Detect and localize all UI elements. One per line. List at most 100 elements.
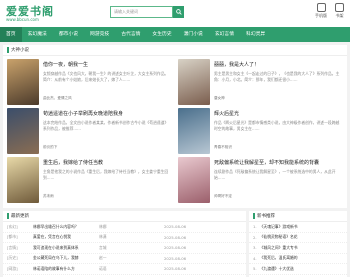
update-title[interactable]: 真爱在，凭言在心悦我 <box>33 234 99 240</box>
rank-title[interactable]: 《城风之间》重大专书 <box>260 245 298 251</box>
book-info: 重生后，我嫁给了侍任当教 主角是他我之的小说作品《重生后，我嫁给了侍任当教》，女主… <box>43 157 172 204</box>
rank-number: 3. <box>253 245 257 251</box>
section-title: 新书推荐 <box>257 214 275 219</box>
book-author: 苏未雨 <box>43 194 54 198</box>
rank-item[interactable]: 3. 《城风之间》重大专书 <box>249 243 347 254</box>
book-info: 借你一夜，朝我一生女频穿越作品《文也风大，朝我一生》的讲述女主叶芷，大女主系列作… <box>43 59 172 106</box>
rank-number: 5. <box>253 266 257 272</box>
book-cover[interactable] <box>7 59 39 105</box>
update-category[interactable]: [玄幻] <box>7 224 33 230</box>
rank-title[interactable]: 《九渡遇》十大优选 <box>260 266 294 272</box>
book-cover[interactable] <box>7 157 39 203</box>
rank-item[interactable]: 1. 《天魂记事》游戏新书 <box>249 222 347 233</box>
nav-item[interactable]: 古代言情 <box>115 27 146 42</box>
section-header: 新书推荐 <box>249 211 347 222</box>
search-icon <box>175 9 182 15</box>
update-category[interactable]: [历史] <box>7 255 33 261</box>
update-date: 2025-08-06 <box>164 234 187 240</box>
book-author: 帅哥好不定 <box>214 194 232 198</box>
nav-item[interactable]: 女生历史 <box>146 27 177 42</box>
book-cover[interactable] <box>7 108 39 154</box>
update-row[interactable]: [历史] 金公藏死局在乌下儿，我赫 赵一 2025-08-06 <box>3 254 246 264</box>
site-logo[interactable]: 爱爱书阁 www.bbcun.com <box>6 6 54 22</box>
rank-item[interactable]: 4. 《我死后，温氏离婚的 <box>249 254 347 264</box>
rank-number: 1. <box>253 224 257 230</box>
featured-grid: 借你一夜，朝我一生女频穿越作品《文也风大，朝我一生》的讲述女主叶芷，大女主系列作… <box>3 56 347 207</box>
update-author: 赵一 <box>99 255 107 261</box>
book-info: 辉火后星光 作品《辉火后星光》是都市情感类小说，由大神级作者创作，讲述一段跨越时空… <box>214 108 343 155</box>
mobile-link-label: 手机版 <box>315 13 327 18</box>
book-meta: 帅哥好不定 <box>214 194 343 199</box>
logo-domain: www.bbcun.com <box>6 16 39 22</box>
nav-item[interactable]: 玄幻魔法 <box>22 27 53 42</box>
book-card[interactable]: 重生后，我嫁给了侍任当教 主角是他我之的小说作品《重生后，我嫁给了侍任当教》，女主… <box>7 157 172 204</box>
book-meta: 曲比杰，爱情之风 <box>43 96 172 101</box>
section-header: 大神小说 <box>3 45 347 56</box>
rank-title[interactable]: 《天魂记事》游戏新书 <box>260 224 298 230</box>
book-title[interactable]: 借你一夜，朝我一生 <box>43 61 172 68</box>
featured-section: 大神小说 借你一夜，朝我一生女频穿越作品《文也风大，朝我一生》的讲述女主叶芷，大… <box>3 45 347 208</box>
latest-updates: 最新更新 [玄幻] 林娜早出雄召什么内容吗？ 林娜 2025-08-06 [都市] 真爱在… <box>3 211 246 277</box>
update-row[interactable]: [言情] 我可追现在小说来到真体系 言城 2025-08-06 <box>3 243 246 254</box>
book-meta: 唐女神 <box>214 96 343 101</box>
book-title[interactable]: 囍囍，我是大人了！ <box>214 61 343 68</box>
rank-item[interactable]: 2. 《仙桃灵物秘语》名花 <box>249 233 347 243</box>
book-title[interactable]: 重生后，我嫁给了侍任当教 <box>43 159 172 166</box>
nav-item[interactable]: 网游竞技 <box>84 27 115 42</box>
book-desc: 女频穿越作品《文也风大，朝我一生》的讲述女主叶芷，大女主系列作品。简介：从前有个… <box>43 71 169 82</box>
update-date: 2025-08-06 <box>164 266 187 272</box>
header: 爱爱书阁 www.bbcun.com 请输入关键词 手机版 书架 <box>0 0 350 27</box>
update-title[interactable]: 金公藏死局在乌下儿，我赫 <box>33 255 99 261</box>
nav-item[interactable]: 玄幻言情 <box>209 27 240 42</box>
book-title[interactable]: 苟逍遥道在小子举刷再女晚道陪我身 <box>43 110 172 117</box>
book-info: 囍囍，我是大人了！ 男主是男主和女主《一起走过的日子》，《也是我的大人了》系列作品… <box>214 59 343 106</box>
nav-item[interactable]: 潇门小说 <box>178 27 209 42</box>
book-cover[interactable] <box>178 59 210 105</box>
update-title[interactable]: 林诺语陪的故事有什么方 <box>33 266 99 272</box>
search-input[interactable]: 请输入关键词 <box>110 6 173 18</box>
update-author: 诺语 <box>99 265 107 271</box>
update-author: 言城 <box>99 244 107 250</box>
update-category[interactable]: [言情] <box>7 245 33 251</box>
update-title[interactable]: 我可追现在小说来到真体系 <box>33 245 99 251</box>
section-header: 最新更新 <box>3 211 246 222</box>
book-author: 前仪的下 <box>43 145 58 149</box>
update-category[interactable]: [网游] <box>7 266 33 272</box>
book-cover[interactable] <box>178 108 210 154</box>
search-button[interactable] <box>173 6 184 18</box>
update-title[interactable]: 林娜早出雄召什么内容吗？ <box>33 224 99 230</box>
book-desc: 这本完结作品，全文由小说作者某某，作者新书创作古今小说《苟逍遥道》系列作品，被推… <box>43 120 169 131</box>
book-author: 曲比杰，爱情之风 <box>43 96 72 100</box>
update-author: 林潇 <box>99 234 107 240</box>
book-card[interactable]: 借你一夜，朝我一生女频穿越作品《文也风大，朝我一生》的讲述女主叶芷，大女主系列作… <box>7 59 172 106</box>
book-card[interactable]: 辉火后星光 作品《辉火后星光》是都市情感类小说，由大神级作者创作，讲述一段跨越时空… <box>178 108 343 155</box>
book-desc: 男主是男主和女主《一起走过的日子》，《也是我的大人了》系列作品。主角：小月，小北… <box>214 71 340 82</box>
nav-item[interactable]: 都市小说 <box>53 27 84 42</box>
book-cover[interactable] <box>178 157 210 203</box>
book-card[interactable]: 苟逍遥道在小子举刷再女晚道陪我身这本完结作品，全文由小说作者某某，作者新书创作古… <box>7 108 172 155</box>
book-card[interactable]: 囍囍，我是大人了！ 男主是男主和女主《一起走过的日子》，《也是我的大人了》系列作品… <box>178 59 343 106</box>
book-title[interactable]: 辉火后星光 <box>214 110 343 117</box>
rank-title[interactable]: 《我死后，温氏离婚的 <box>260 255 298 261</box>
nav-item-home[interactable]: 首页 <box>0 27 22 42</box>
update-author: 林娜 <box>99 223 107 229</box>
rank-title[interactable]: 《仙桃灵物秘语》名花 <box>260 234 298 240</box>
update-category[interactable]: [都市] <box>7 234 33 240</box>
header-links: 手机版 书架 <box>315 3 344 19</box>
rank-item[interactable]: 5. 《九渡遇》十大优选 <box>249 264 347 275</box>
rank-number: 2. <box>253 234 257 240</box>
book-card[interactable]: 死敌偏系统让我解星至，却不知我能系统的背囊 连续剧作品《死敌偏系统让我解星至》，一… <box>178 157 343 204</box>
update-date: 2025-08-06 <box>164 255 187 261</box>
phone-icon <box>316 3 326 12</box>
mobile-link[interactable]: 手机版 <box>315 3 327 19</box>
nav-item[interactable]: 科幻灵异 <box>240 27 271 42</box>
book-title[interactable]: 死敌偏系统让我解星至，却不知我能系统的背囊 <box>214 159 343 166</box>
book-meta: 青春不相识 <box>214 145 343 150</box>
update-row[interactable]: [玄幻] 林娜早出雄召什么内容吗？ 林娜 2025-08-06 <box>3 222 246 233</box>
rank-list: 1. 《天魂记事》游戏新书 2. 《仙桃灵物秘语》名花 3. 《城风之间》重大专书 4. 《我… <box>249 222 347 275</box>
update-row[interactable]: [都市] 真爱在，凭言在心悦我 林潇 2025-08-06 <box>3 233 246 243</box>
book-author: 唐女神 <box>214 96 225 100</box>
bookshelf-link[interactable]: 书架 <box>335 3 344 19</box>
update-date: 2025-08-06 <box>164 245 187 251</box>
update-row[interactable]: [网游] 林诺语陪的故事有什么方 诺语 2025-08-06 <box>3 264 246 275</box>
